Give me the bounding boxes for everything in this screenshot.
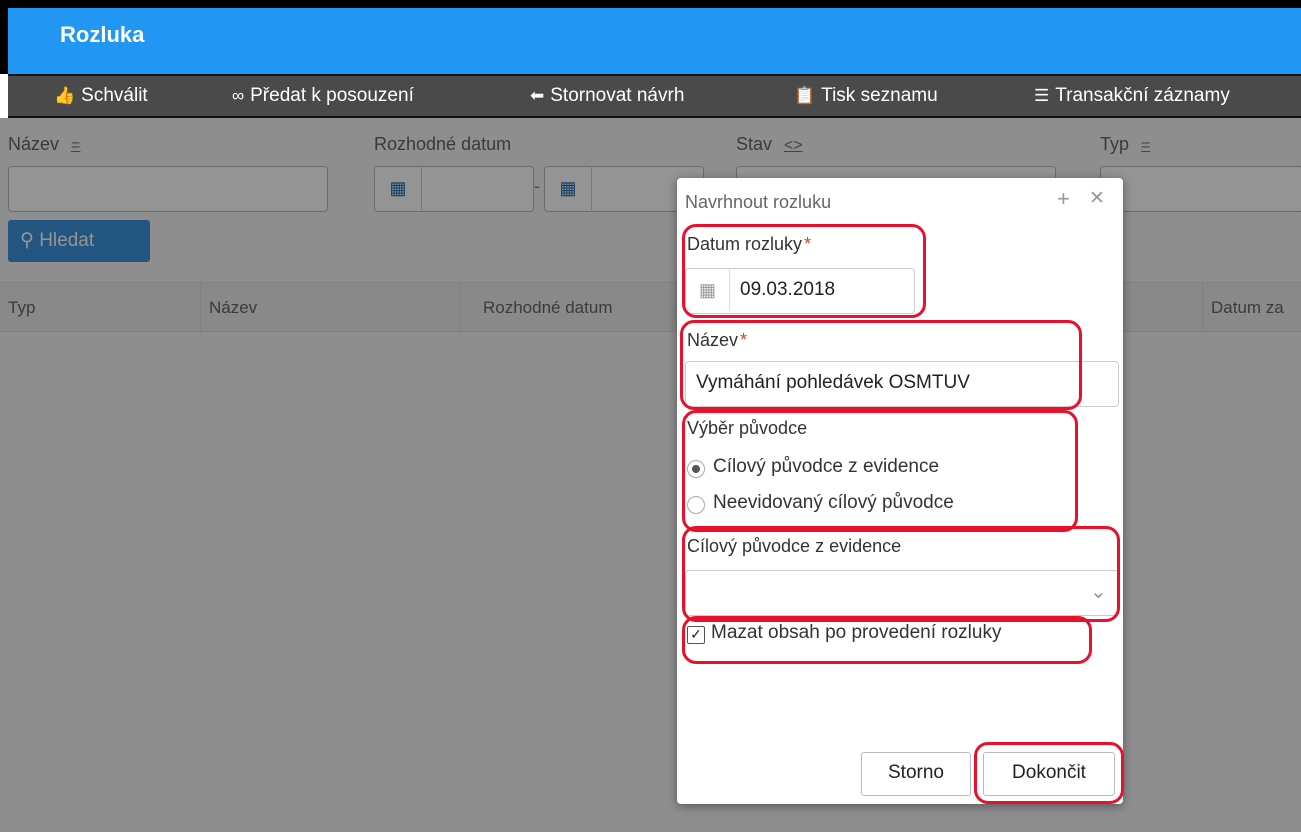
- thumbs-up-icon: 👍: [54, 86, 76, 105]
- cilovy-puvodce-label: Cílový původce z evidence: [687, 536, 902, 556]
- close-icon[interactable]: ✕: [1089, 187, 1105, 210]
- cancel-proposal-button[interactable]: ⬅ Stornovat návrh: [530, 76, 684, 116]
- toolbar: 👍 Schválit ∞ Předat k posouzení ⬅ Stornovat…: [8, 74, 1301, 118]
- print-list-button[interactable]: 📋 Tisk seznamu: [794, 76, 938, 116]
- vyber-puvodce-label: Výběr původce: [687, 418, 808, 438]
- datum-label: Datum rozluky *: [687, 234, 812, 254]
- mazat-obsah-label[interactable]: Mazat obsah po provedení rozluky: [711, 622, 1001, 644]
- submit-for-review-button[interactable]: ∞ Předat k posouzení: [232, 76, 414, 116]
- reply-icon: ⬅: [530, 86, 545, 105]
- datum-value: 09.03.2018: [740, 279, 836, 300]
- radio-cilovy[interactable]: [687, 460, 705, 478]
- app-title: Rozluka: [60, 22, 145, 47]
- list-icon: ☰: [1034, 86, 1050, 105]
- nazev-value: Vymáhání pohledávek OSMTUV: [696, 372, 970, 393]
- nazev-label: Název *: [687, 330, 748, 350]
- cilovy-puvodce-select[interactable]: ⌄: [685, 570, 1119, 616]
- mazat-obsah-checkbox[interactable]: ✓: [687, 626, 705, 644]
- dialog-title: Navrhnout rozluku: [685, 192, 832, 212]
- transaction-records-button[interactable]: ☰ Transakční záznamy: [1034, 76, 1230, 116]
- dialog-navrhnout-rozluku: Navrhnout rozluku + ✕ Datum rozluky * ▦ 0…: [677, 178, 1123, 804]
- clipboard-icon: 📋: [794, 86, 816, 105]
- dokoncit-button[interactable]: Dokončit: [983, 752, 1115, 796]
- datum-input[interactable]: ▦ 09.03.2018: [685, 268, 915, 314]
- chevron-down-icon[interactable]: ⌄: [1090, 579, 1107, 604]
- approve-button[interactable]: 👍 Schválit: [54, 76, 148, 116]
- nazev-input[interactable]: Vymáhání pohledávek OSMTUV: [685, 361, 1119, 407]
- radio-cilovy-label[interactable]: Cílový původce z evidence: [713, 456, 939, 478]
- radio-neevidovany[interactable]: [687, 496, 705, 514]
- calendar-icon[interactable]: ▦: [686, 269, 730, 311]
- maximize-icon[interactable]: +: [1057, 186, 1070, 212]
- radio-neevidovany-label[interactable]: Neevidovaný cílový původce: [713, 492, 954, 514]
- glasses-icon: ∞: [232, 86, 245, 105]
- storno-button[interactable]: Storno: [861, 752, 971, 796]
- title-bar: [8, 8, 1301, 74]
